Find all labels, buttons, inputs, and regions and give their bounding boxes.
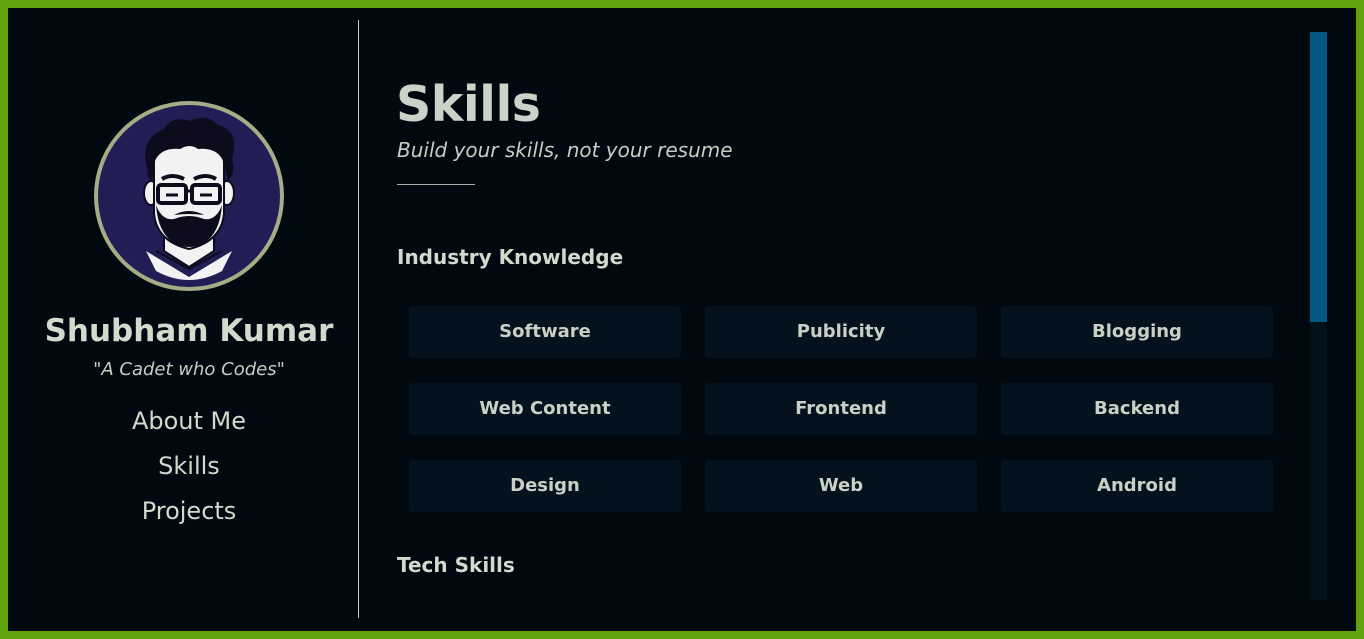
scrollbar-thumb[interactable] [1310,32,1327,322]
sidebar: Shubham Kumar "A Cadet who Codes" About … [8,8,358,631]
section-heading-tech-skills: Tech Skills [397,553,515,577]
skill-chip-web-content: Web Content [409,383,681,435]
avatar [94,101,284,291]
skill-chip-backend: Backend [1001,383,1273,435]
sidebar-divider [358,20,359,618]
bearded-man-avatar-icon [94,101,284,291]
skill-chip-blogging: Blogging [1001,306,1273,358]
page-subtitle: Build your skills, not your resume [397,138,733,162]
profile-tagline: "A Cadet who Codes" [93,359,285,380]
page-title: Skills [396,76,541,133]
nav-item-about-me[interactable]: About Me [8,405,370,450]
title-underline [397,184,475,185]
skill-chip-design: Design [409,460,681,512]
section-heading-industry-knowledge: Industry Knowledge [397,245,624,269]
skill-chip-frontend: Frontend [705,383,977,435]
industry-knowledge-grid: Software Publicity Blogging Web Content … [409,306,1275,512]
sidebar-nav: About Me Skills Projects [8,405,370,540]
skill-chip-publicity: Publicity [705,306,977,358]
nav-item-projects[interactable]: Projects [8,495,370,540]
scrollbar-track[interactable] [1310,32,1327,600]
page-frame: Shubham Kumar "A Cadet who Codes" About … [8,8,1356,631]
skill-chip-android: Android [1001,460,1273,512]
nav-item-skills[interactable]: Skills [8,450,370,495]
profile-name: Shubham Kumar [44,313,334,349]
skill-chip-web: Web [705,460,977,512]
skill-chip-software: Software [409,306,681,358]
main-content: Skills Build your skills, not your resum… [396,8,1316,631]
